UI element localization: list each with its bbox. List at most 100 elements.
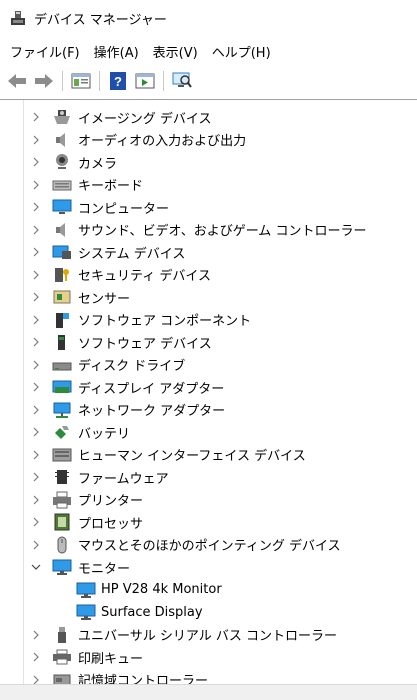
menu-file[interactable]: ファイル(F): [4, 39, 86, 64]
monitor-icon: [76, 603, 96, 621]
status-bar: [0, 684, 417, 700]
keyboard-icon: [52, 176, 72, 194]
tree-item-label: バッテリ: [78, 426, 131, 442]
tree-item-label: システム デバイス: [78, 246, 186, 262]
chevron-right-icon[interactable]: [30, 449, 42, 461]
title-bar: デバイス マネージャー: [0, 0, 417, 36]
tree-category[interactable]: ネットワーク アダプター: [0, 399, 417, 422]
chevron-right-icon[interactable]: [30, 471, 42, 483]
computer-icon: [52, 198, 72, 216]
chevron-right-icon[interactable]: [30, 494, 42, 506]
print-queue-icon: [52, 648, 72, 666]
tree-category[interactable]: モニター: [0, 556, 417, 579]
tree-category[interactable]: カメラ: [0, 151, 417, 174]
tree-item-label: ユニバーサル シリアル バス コントローラー: [78, 629, 338, 645]
tree-item-label: ヒューマン インターフェイス デバイス: [78, 449, 306, 465]
tree-item-label: コンピューター: [78, 201, 170, 217]
tree-category[interactable]: キーボード: [0, 174, 417, 197]
tree-category[interactable]: ユニバーサル シリアル バス コントローラー: [0, 624, 417, 647]
tree-child-item[interactable]: HP V28 4k Monitor: [0, 579, 417, 602]
device-tree: イメージング デバイスオーディオの入力および出力 カメラキーボードコンピューターサ…: [0, 106, 417, 684]
tree-item-label: キーボード: [78, 179, 144, 195]
tree-category[interactable]: バッテリ: [0, 421, 417, 444]
chevron-right-icon[interactable]: [30, 381, 42, 393]
tree-item-label: HP V28 4k Monitor: [101, 582, 222, 598]
chevron-right-icon[interactable]: [30, 314, 42, 326]
tree-category[interactable]: 印刷キュー: [0, 646, 417, 669]
chevron-right-icon[interactable]: [30, 404, 42, 416]
chevron-right-icon[interactable]: [30, 359, 42, 371]
speaker-icon: [52, 221, 72, 239]
tree-child-item[interactable]: Surface Display: [0, 601, 417, 624]
back-icon[interactable]: [4, 69, 30, 93]
tree-category[interactable]: センサー: [0, 286, 417, 309]
chevron-right-icon[interactable]: [30, 336, 42, 348]
tree-category[interactable]: 記憶域コントローラー: [0, 669, 417, 684]
tree-category[interactable]: ディスプレイ アダプター: [0, 376, 417, 399]
menu-action[interactable]: 操作(A): [88, 39, 145, 64]
chevron-right-icon[interactable]: [30, 426, 42, 438]
chevron-right-icon[interactable]: [30, 111, 42, 123]
software-component-icon: [52, 311, 72, 329]
chevron-right-icon[interactable]: [30, 516, 42, 528]
tree-item-label: ソフトウェア デバイス: [78, 336, 212, 352]
tree-category[interactable]: コンピューター: [0, 196, 417, 219]
chevron-right-icon[interactable]: [30, 179, 42, 191]
menu-view[interactable]: 表示(V): [147, 39, 204, 64]
processor-icon: [52, 513, 72, 531]
security-key-icon: [52, 266, 72, 284]
tree-category[interactable]: ディスク ドライブ: [0, 354, 417, 377]
tree-item-label: センサー: [78, 291, 131, 307]
tree-item-label: ソフトウェア コンポーネント: [78, 314, 252, 330]
storage-controller-icon: [52, 671, 72, 684]
mouse-icon: [52, 536, 72, 554]
display-adapter-icon: [52, 378, 72, 396]
chevron-right-icon[interactable]: [30, 201, 42, 213]
tree-category[interactable]: ファームウェア: [0, 466, 417, 489]
menu-help[interactable]: ヘルプ(H): [206, 39, 277, 64]
scan-hardware-icon[interactable]: [169, 69, 195, 93]
tree-item-label: ネットワーク アダプター: [78, 404, 226, 420]
forward-icon[interactable]: [31, 69, 57, 93]
tree-item-label: オーディオの入力および出力: [78, 134, 247, 150]
tree-category[interactable]: マウスとそのほかのポインティング デバイス: [0, 534, 417, 557]
tree-category[interactable]: セキュリティ デバイス: [0, 264, 417, 287]
chevron-right-icon[interactable]: [30, 539, 42, 551]
chevron-right-icon[interactable]: [30, 246, 42, 258]
run-icon[interactable]: [132, 69, 158, 93]
tree-category[interactable]: ソフトウェア コンポーネント: [0, 309, 417, 332]
tree-category[interactable]: ソフトウェア デバイス: [0, 331, 417, 354]
chevron-right-icon[interactable]: [30, 291, 42, 303]
disk-drive-icon: [52, 356, 72, 374]
tree-category[interactable]: イメージング デバイス: [0, 106, 417, 129]
device-tree-pane[interactable]: イメージング デバイスオーディオの入力および出力 カメラキーボードコンピューターサ…: [0, 99, 417, 684]
tree-item-label: イメージング デバイス: [78, 111, 212, 127]
tree-category[interactable]: プロセッサ: [0, 511, 417, 534]
chevron-down-icon[interactable]: [30, 561, 42, 573]
tree-item-label: モニター: [78, 561, 131, 577]
software-device-icon: [52, 333, 72, 351]
tree-item-label: サウンド、ビデオ、およびゲーム コントローラー: [78, 224, 367, 240]
help-icon[interactable]: ?: [105, 69, 131, 93]
tree-category[interactable]: プリンター: [0, 489, 417, 512]
tree-item-label: ディスク ドライブ: [78, 359, 186, 375]
camera-imaging-icon: [52, 108, 72, 126]
chevron-right-icon[interactable]: [30, 629, 42, 641]
network-adapter-icon: [52, 401, 72, 419]
chevron-right-icon[interactable]: [30, 651, 42, 663]
chevron-right-icon[interactable]: [30, 224, 42, 236]
tree-category[interactable]: ヒューマン インターフェイス デバイス: [0, 444, 417, 467]
tree-category[interactable]: サウンド、ビデオ、およびゲーム コントローラー: [0, 219, 417, 242]
speaker-icon: [52, 131, 72, 149]
properties-icon[interactable]: [68, 69, 94, 93]
toolbar: ?: [0, 66, 417, 96]
chevron-right-icon[interactable]: [30, 269, 42, 281]
chevron-right-icon[interactable]: [30, 156, 42, 168]
tree-category[interactable]: システム デバイス: [0, 241, 417, 264]
printer-icon: [52, 491, 72, 509]
tree-item-label: ファームウェア: [78, 471, 169, 487]
window-title: デバイス マネージャー: [34, 12, 167, 28]
tree-category[interactable]: オーディオの入力および出力: [0, 129, 417, 152]
chevron-right-icon[interactable]: [30, 134, 42, 146]
chevron-right-icon[interactable]: [30, 674, 42, 684]
